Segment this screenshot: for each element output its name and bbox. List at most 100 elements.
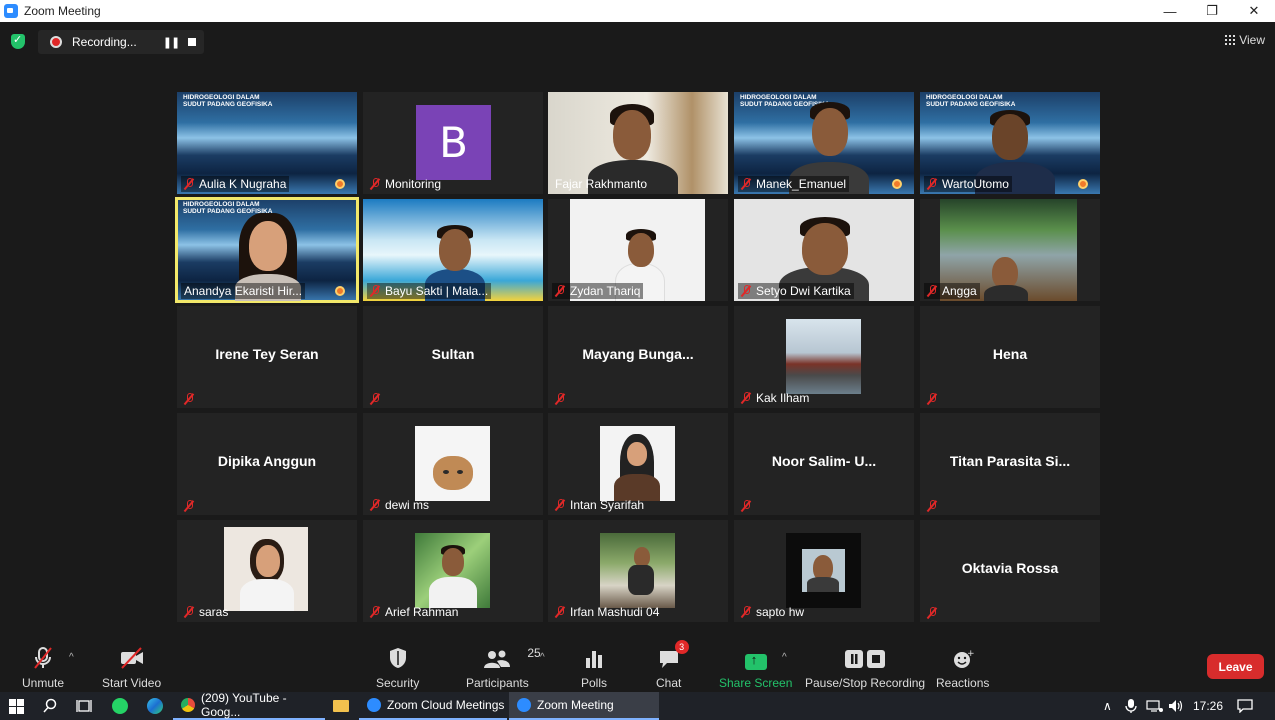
reaction-icon bbox=[1078, 179, 1088, 189]
participant-tile[interactable]: Angga bbox=[920, 199, 1100, 301]
polls-button[interactable]: Polls bbox=[581, 646, 607, 690]
participant-tile[interactable]: dewi ms bbox=[363, 413, 543, 515]
participant-name-center: Oktavia Rossa bbox=[961, 560, 1059, 576]
participant-name: Zydan Thariq bbox=[552, 283, 644, 299]
folder-icon bbox=[333, 700, 349, 712]
participant-name: sapto hw bbox=[738, 604, 807, 620]
profile-photo bbox=[224, 527, 308, 611]
participant-tile[interactable]: saras bbox=[177, 520, 357, 622]
mic-muted-icon bbox=[370, 393, 380, 405]
mic-muted-icon bbox=[555, 499, 565, 511]
participant-tile-active-speaker[interactable]: HIDROGEOLOGI DALAM SUDUT PADANG GEOFISIKA… bbox=[175, 197, 359, 303]
view-button[interactable]: View bbox=[1225, 33, 1265, 47]
mic-muted-icon bbox=[741, 392, 751, 404]
pause-recording-button[interactable]: ❚❚ bbox=[160, 36, 182, 49]
participant-tile[interactable]: Titan Parasita Si... bbox=[920, 413, 1100, 515]
mic-muted-icon bbox=[927, 607, 937, 619]
share-screen-label: Share Screen bbox=[719, 676, 793, 690]
participant-tile[interactable]: Setyo Dwi Kartika bbox=[734, 199, 914, 301]
grid-view-icon bbox=[1225, 35, 1236, 45]
mic-muted-icon bbox=[555, 393, 565, 405]
participant-tile[interactable]: Intan Syarifah bbox=[548, 413, 728, 515]
task-view-icon bbox=[76, 700, 92, 712]
chat-button[interactable]: 3 Chat bbox=[656, 640, 689, 690]
participant-tile[interactable]: Fajar Rakhmanto bbox=[548, 92, 728, 194]
share-screen-icon bbox=[744, 652, 767, 670]
audio-options-caret[interactable]: ^ bbox=[69, 652, 74, 663]
profile-photo bbox=[600, 533, 675, 608]
search-button[interactable] bbox=[42, 692, 58, 720]
participant-tile[interactable]: HIDROGEOLOGI DALAM SUDUT PADANG GEOFISIKA… bbox=[734, 92, 914, 194]
participant-tile[interactable]: Arief Rahman bbox=[363, 520, 543, 622]
clock[interactable]: 17:26 bbox=[1193, 692, 1223, 720]
participants-button[interactable]: 25 Participants bbox=[466, 646, 541, 690]
leave-button[interactable]: Leave bbox=[1207, 654, 1264, 679]
participants-label: Participants bbox=[466, 676, 529, 690]
security-shield-icon[interactable] bbox=[11, 33, 25, 49]
participant-tile[interactable]: Noor Salim- U... bbox=[734, 413, 914, 515]
participant-tile[interactable]: Bayu Sakti | Mala... bbox=[363, 199, 543, 301]
participant-name: Angga bbox=[924, 283, 980, 299]
security-button[interactable]: Security bbox=[376, 646, 419, 690]
mic-muted-icon bbox=[370, 178, 380, 190]
taskbar-app-label: Zoom Meeting bbox=[537, 698, 614, 712]
share-options-caret[interactable]: ^ bbox=[782, 652, 787, 663]
start-button[interactable] bbox=[9, 692, 24, 720]
participants-options-caret[interactable]: ^ bbox=[540, 652, 545, 663]
network-icon[interactable] bbox=[1146, 692, 1164, 720]
reaction-icon bbox=[892, 179, 902, 189]
chrome-icon bbox=[181, 698, 195, 712]
taskbar-app-chrome[interactable]: (209) YouTube - Goog... bbox=[173, 691, 325, 720]
participant-name: Anandya Ekaristi Hir... bbox=[181, 283, 306, 299]
mic-muted-icon bbox=[927, 178, 937, 190]
minimize-button[interactable]: — bbox=[1149, 0, 1191, 22]
participant-tile[interactable]: B Monitoring bbox=[363, 92, 543, 194]
taskbar-app-zoom-meeting[interactable]: Zoom Meeting bbox=[509, 692, 659, 720]
mic-muted-icon bbox=[184, 500, 194, 512]
participant-name bbox=[924, 606, 945, 620]
zoom-icon bbox=[517, 698, 531, 712]
participant-count: 25 bbox=[527, 646, 541, 660]
start-video-button[interactable]: Start Video bbox=[102, 646, 161, 690]
participant-tile[interactable]: Irene Tey Seran bbox=[177, 306, 357, 408]
edge-icon bbox=[147, 698, 163, 714]
file-explorer-button[interactable] bbox=[333, 692, 349, 720]
mic-muted-icon bbox=[370, 499, 380, 511]
pause-stop-recording-button[interactable]: Pause/Stop Recording bbox=[805, 646, 925, 690]
participant-tile[interactable]: Mayang Bunga... bbox=[548, 306, 728, 408]
participant-tile[interactable]: HIDROGEOLOGI DALAM SUDUT PADANG GEOFISIKA… bbox=[177, 92, 357, 194]
edge-button[interactable] bbox=[147, 692, 163, 720]
profile-photo bbox=[415, 426, 490, 501]
participant-name-center: Dipika Anggun bbox=[217, 453, 317, 469]
whatsapp-button[interactable] bbox=[112, 692, 128, 720]
mic-muted-icon bbox=[927, 393, 937, 405]
security-label: Security bbox=[376, 676, 420, 690]
svg-text:+: + bbox=[967, 649, 974, 659]
close-button[interactable]: ✕ bbox=[1233, 0, 1275, 22]
participant-tile[interactable]: Oktavia Rossa bbox=[920, 520, 1100, 622]
participant-tile[interactable]: Sultan bbox=[363, 306, 543, 408]
participant-name-center: Titan Parasita Si... bbox=[949, 453, 1071, 469]
participant-tile[interactable]: sapto hw bbox=[734, 520, 914, 622]
participant-name bbox=[924, 392, 945, 406]
participant-tile[interactable]: Irfan Mashudi 04 bbox=[548, 520, 728, 622]
notifications-icon[interactable] bbox=[1237, 692, 1253, 720]
participant-tile[interactable]: HIDROGEOLOGI DALAM SUDUT PADANG GEOFISIKA… bbox=[920, 92, 1100, 194]
restore-button[interactable]: ❐ bbox=[1191, 0, 1233, 22]
polls-icon bbox=[586, 651, 602, 668]
participant-tile[interactable]: Hena bbox=[920, 306, 1100, 408]
participant-tile[interactable]: Kak Ilham bbox=[734, 306, 914, 408]
participant-tile[interactable]: Dipika Anggun bbox=[177, 413, 357, 515]
participant-name: Setyo Dwi Kartika bbox=[738, 283, 854, 299]
reactions-button[interactable]: + Reactions bbox=[936, 646, 989, 690]
participant-name: Arief Rahman bbox=[367, 604, 461, 620]
tray-overflow-button[interactable]: ∧ bbox=[1103, 692, 1112, 720]
volume-icon[interactable] bbox=[1168, 692, 1184, 720]
participant-tile[interactable]: Zydan Thariq bbox=[548, 199, 728, 301]
task-view-button[interactable] bbox=[76, 692, 92, 720]
unmute-button[interactable]: Unmute bbox=[22, 646, 64, 690]
participant-name bbox=[181, 392, 202, 406]
microphone-tray-icon[interactable] bbox=[1125, 692, 1137, 720]
stop-recording-button[interactable] bbox=[188, 38, 196, 46]
taskbar-app-zoom-cloud[interactable]: Zoom Cloud Meetings bbox=[359, 692, 507, 720]
